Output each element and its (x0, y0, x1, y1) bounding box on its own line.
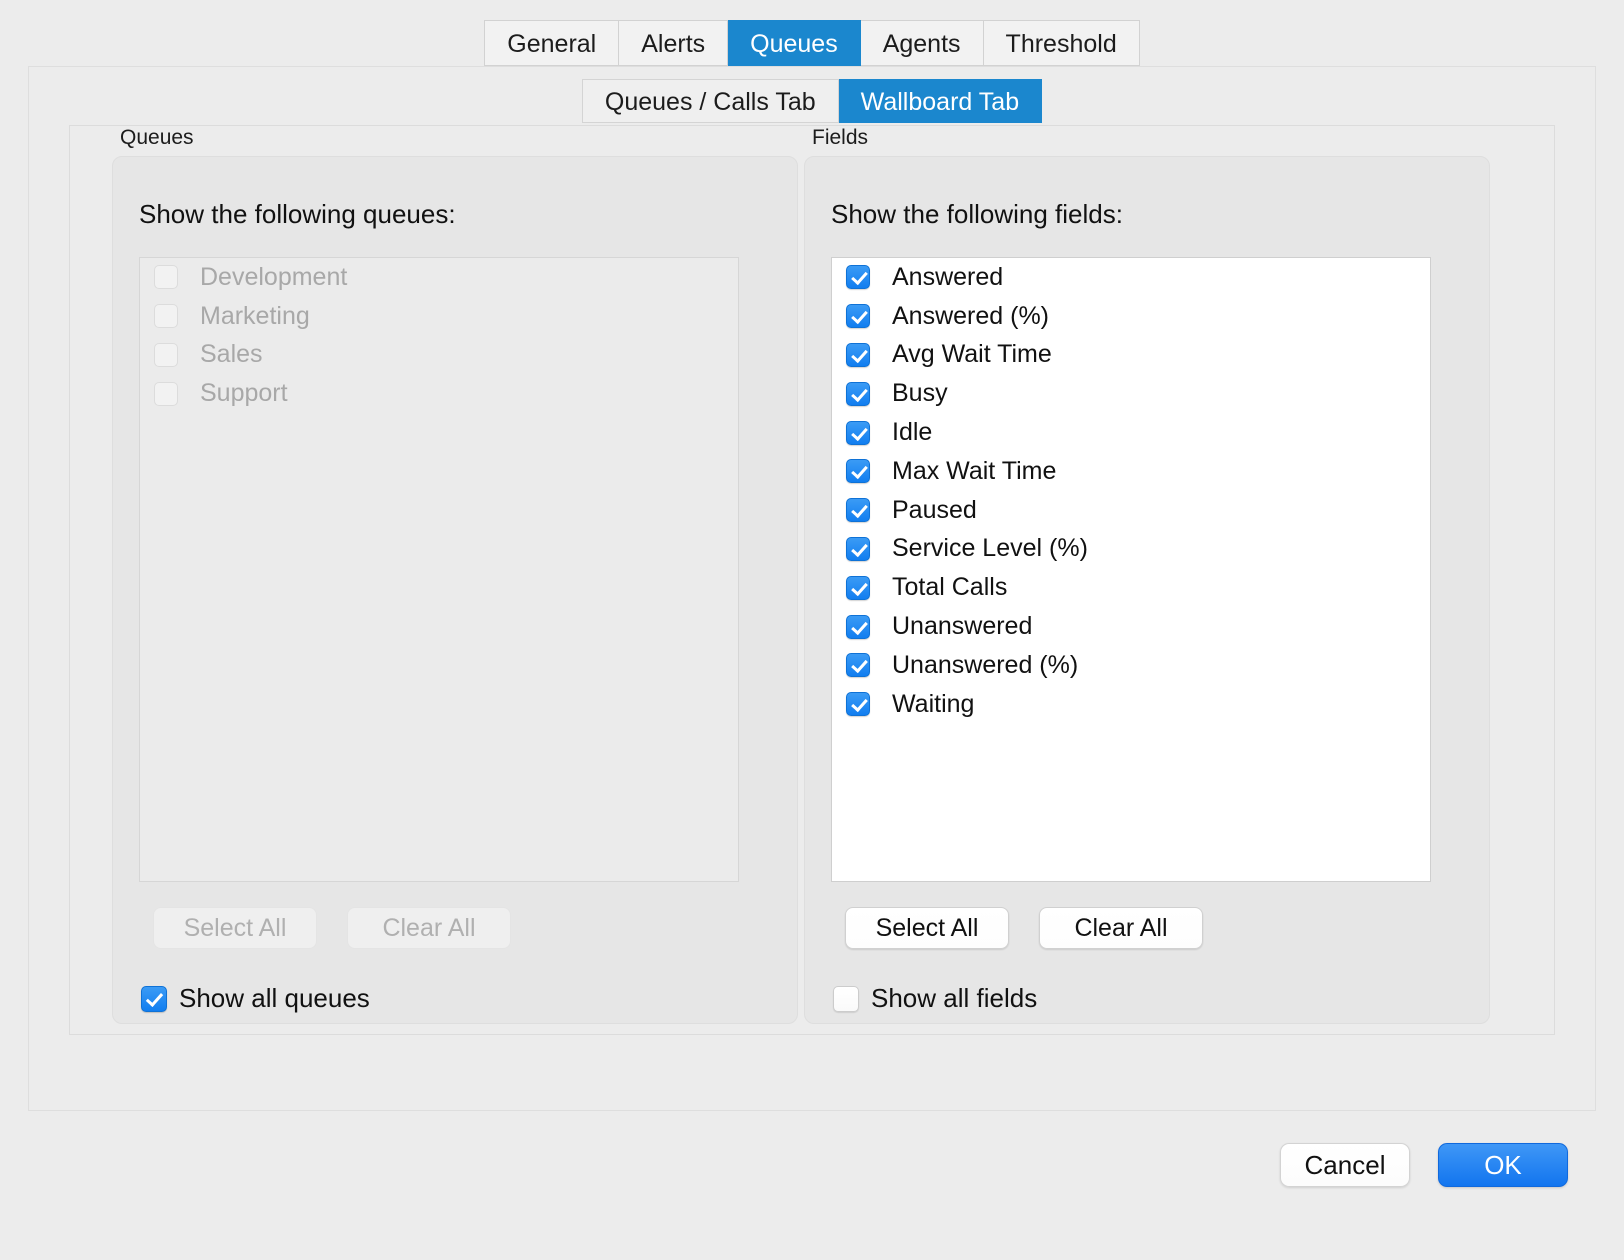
fields-group-title: Fields (812, 126, 869, 149)
subtab-queues-calls-tab[interactable]: Queues / Calls Tab (581, 79, 839, 123)
list-item-label: Waiting (892, 689, 975, 718)
cancel-button[interactable]: Cancel (1280, 1143, 1410, 1187)
checkbox-icon[interactable] (846, 653, 870, 678)
wallboard-settings-frame: Queues Show the following queues: Develo… (69, 125, 1555, 1035)
list-item-label: Paused (892, 495, 977, 524)
list-item-label: Unanswered (%) (892, 650, 1079, 679)
list-item-label: Development (200, 262, 348, 291)
checkbox-icon[interactable] (154, 381, 178, 406)
list-item[interactable]: Marketing (140, 297, 738, 336)
list-item-label: Sales (200, 340, 263, 369)
fields-group-body: Show the following fields: Answered Answe… (804, 156, 1490, 1024)
queues-button-row: Select All Clear All (153, 907, 511, 949)
tab-alerts[interactable]: Alerts (619, 20, 729, 66)
main-tab-bar: General Alerts Queues Agents Threshold (0, 20, 1624, 66)
list-item[interactable]: Waiting (832, 685, 1430, 724)
dialog-button-bar: Cancel OK (1280, 1143, 1568, 1187)
checkbox-icon[interactable] (846, 614, 870, 639)
list-item[interactable]: Support (140, 374, 738, 413)
list-item[interactable]: Sales (140, 336, 738, 375)
fields-button-row: Select All Clear All (845, 907, 1203, 949)
list-item-label: Answered (892, 262, 1004, 291)
settings-content-panel: Queues / Calls Tab Wallboard Tab Queues S… (28, 66, 1596, 1111)
list-item[interactable]: Busy (832, 374, 1430, 413)
tab-threshold[interactable]: Threshold (983, 20, 1140, 66)
subtab-wallboard-tab[interactable]: Wallboard Tab (838, 79, 1043, 123)
list-item-label: Support (200, 379, 288, 408)
checkbox-icon[interactable] (846, 420, 870, 445)
queues-group: Queues Show the following queues: Develo… (112, 126, 798, 1034)
list-item[interactable]: Idle (832, 413, 1430, 452)
checkbox-icon[interactable] (846, 498, 870, 523)
ok-button[interactable]: OK (1438, 1143, 1568, 1187)
show-all-queues-label: Show all queues (179, 983, 370, 1013)
list-item-label: Marketing (200, 301, 310, 330)
checkbox-icon[interactable] (846, 692, 870, 717)
list-item[interactable]: Unanswered (832, 607, 1430, 646)
list-item[interactable]: Avg Wait Time (832, 336, 1430, 375)
checkbox-icon[interactable] (846, 342, 870, 367)
list-item-label: Answered (%) (892, 301, 1049, 330)
queues-select-all-button[interactable]: Select All (153, 907, 317, 949)
list-item-label: Avg Wait Time (892, 340, 1052, 369)
fields-select-all-button[interactable]: Select All (845, 907, 1009, 949)
show-all-queues-checkbox[interactable] (141, 985, 167, 1012)
list-item[interactable]: Unanswered (%) (832, 646, 1430, 685)
list-item-label: Service Level (%) (892, 534, 1088, 563)
show-all-queues-row[interactable]: Show all queues (141, 983, 370, 1014)
checkbox-icon[interactable] (846, 304, 870, 329)
checkbox-icon[interactable] (154, 342, 178, 367)
list-item[interactable]: Answered (%) (832, 297, 1430, 336)
list-item[interactable]: Answered (832, 258, 1430, 297)
checkbox-icon[interactable] (154, 304, 178, 329)
sub-tab-bar: Queues / Calls Tab Wallboard Tab (29, 79, 1595, 123)
fields-list[interactable]: Answered Answered (%) Avg Wait Time Busy Idl… (831, 257, 1431, 882)
checkbox-icon[interactable] (154, 265, 178, 290)
list-item[interactable]: Total Calls (832, 568, 1430, 607)
list-item-label: Busy (892, 379, 948, 408)
queues-clear-all-button[interactable]: Clear All (347, 907, 511, 949)
fields-heading: Show the following fields: (831, 199, 1123, 229)
checkbox-icon[interactable] (846, 381, 870, 406)
list-item-label: Total Calls (892, 573, 1008, 602)
show-all-fields-label: Show all fields (871, 983, 1038, 1013)
show-all-fields-checkbox[interactable] (833, 985, 859, 1012)
tab-general[interactable]: General (484, 20, 620, 66)
tab-agents[interactable]: Agents (860, 20, 984, 66)
queues-group-title: Queues (120, 126, 194, 149)
queues-group-body: Show the following queues: Development Ma… (112, 156, 798, 1024)
checkbox-icon[interactable] (846, 265, 870, 290)
list-item-label: Max Wait Time (892, 456, 1057, 485)
queues-list[interactable]: Development Marketing Sales Support (139, 257, 739, 882)
list-item-label: Idle (892, 418, 933, 447)
checkbox-icon[interactable] (846, 459, 870, 484)
list-item-label: Unanswered (892, 612, 1033, 641)
checkbox-icon[interactable] (846, 575, 870, 600)
fields-group: Fields Show the following fields: Answer… (804, 126, 1490, 1034)
show-all-fields-row[interactable]: Show all fields (833, 983, 1037, 1014)
list-item[interactable]: Service Level (%) (832, 530, 1430, 569)
checkbox-icon[interactable] (846, 536, 870, 561)
fields-clear-all-button[interactable]: Clear All (1039, 907, 1203, 949)
list-item[interactable]: Development (140, 258, 738, 297)
list-item[interactable]: Max Wait Time (832, 452, 1430, 491)
queues-heading: Show the following queues: (139, 199, 456, 229)
list-item[interactable]: Paused (832, 491, 1430, 530)
tab-queues[interactable]: Queues (728, 20, 861, 66)
